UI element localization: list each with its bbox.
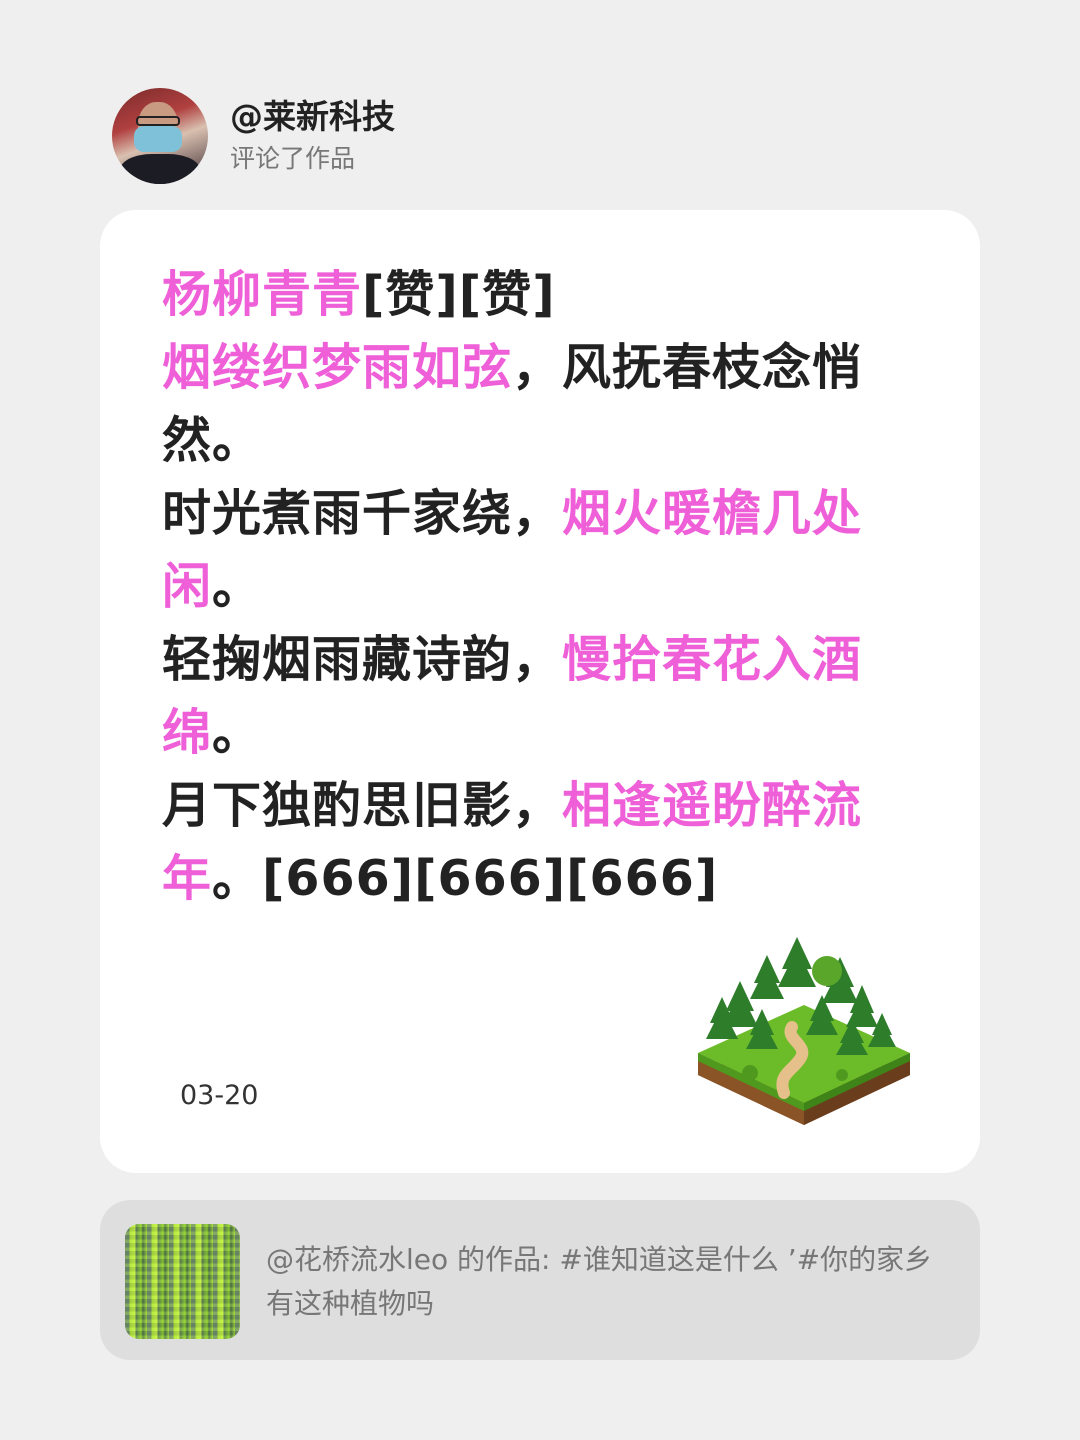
- comment-line: 烟缕织梦雨如弦，风抚春枝念悄: [162, 331, 922, 404]
- highlighted-text: 相逢遥盼醉流: [562, 777, 863, 834]
- forest-island-illustration: [698, 937, 910, 1125]
- comment-line: 绵。: [162, 696, 922, 769]
- comment-date: 03-20: [180, 1080, 259, 1111]
- plain-text: 然。: [162, 412, 263, 469]
- highlighted-text: 烟火暖檐几处: [562, 485, 863, 542]
- plain-text: 。: [212, 558, 263, 615]
- comment-text: 杨柳青青[赞][赞] 烟缕织梦雨如弦，风抚春枝念悄 然。 时光煮雨千家绕，烟火暖檐几处…: [162, 258, 922, 915]
- plain-text: 时光煮雨千家绕，: [162, 485, 563, 542]
- plain-text: ，风抚春枝念悄: [512, 339, 863, 396]
- username[interactable]: @莱新科技: [230, 96, 395, 138]
- comment-header: @莱新科技 评论了作品: [112, 88, 395, 184]
- highlighted-text: 绵: [162, 704, 213, 761]
- highlighted-text: 慢拾春花入酒: [562, 631, 863, 688]
- header-text: @莱新科技 评论了作品: [230, 96, 395, 176]
- highlighted-text: 烟缕织梦雨如弦: [162, 339, 513, 396]
- comment-card: 杨柳青青[赞][赞] 烟缕织梦雨如弦，风抚春枝念悄 然。 时光煮雨千家绕，烟火暖檐几处…: [100, 210, 980, 1173]
- highlighted-text: 杨柳青青: [162, 266, 363, 323]
- work-thumbnail[interactable]: [125, 1224, 240, 1339]
- plain-text: 。[666][666][666]: [212, 850, 719, 907]
- highlighted-text: 闲: [162, 558, 213, 615]
- quoted-work[interactable]: @花桥流水leo 的作品: #谁知道这是什么 ’#你的家乡有这种植物吗: [100, 1200, 980, 1360]
- quoted-work-text: @花桥流水leo 的作品: #谁知道这是什么 ’#你的家乡有这种植物吗: [266, 1243, 933, 1320]
- comment-line: 闲。: [162, 550, 922, 623]
- comment-line: 然。: [162, 404, 922, 477]
- plain-text: 月下独酌思旧影，: [162, 777, 563, 834]
- user-avatar[interactable]: [112, 88, 208, 184]
- highlighted-text: 年: [162, 850, 213, 907]
- comment-line: 时光煮雨千家绕，烟火暖檐几处: [162, 477, 922, 550]
- comment-line: 月下独酌思旧影，相逢遥盼醉流: [162, 769, 922, 842]
- plain-text: 。: [212, 704, 263, 761]
- action-text: 评论了作品: [230, 144, 356, 173]
- plain-text: 轻掬烟雨藏诗韵，: [162, 631, 563, 688]
- comment-line: 杨柳青青[赞][赞]: [162, 258, 922, 331]
- plain-text: [赞][赞]: [362, 266, 556, 323]
- comment-line: 轻掬烟雨藏诗韵，慢拾春花入酒: [162, 623, 922, 696]
- comment-line: 年。[666][666][666]: [162, 842, 922, 915]
